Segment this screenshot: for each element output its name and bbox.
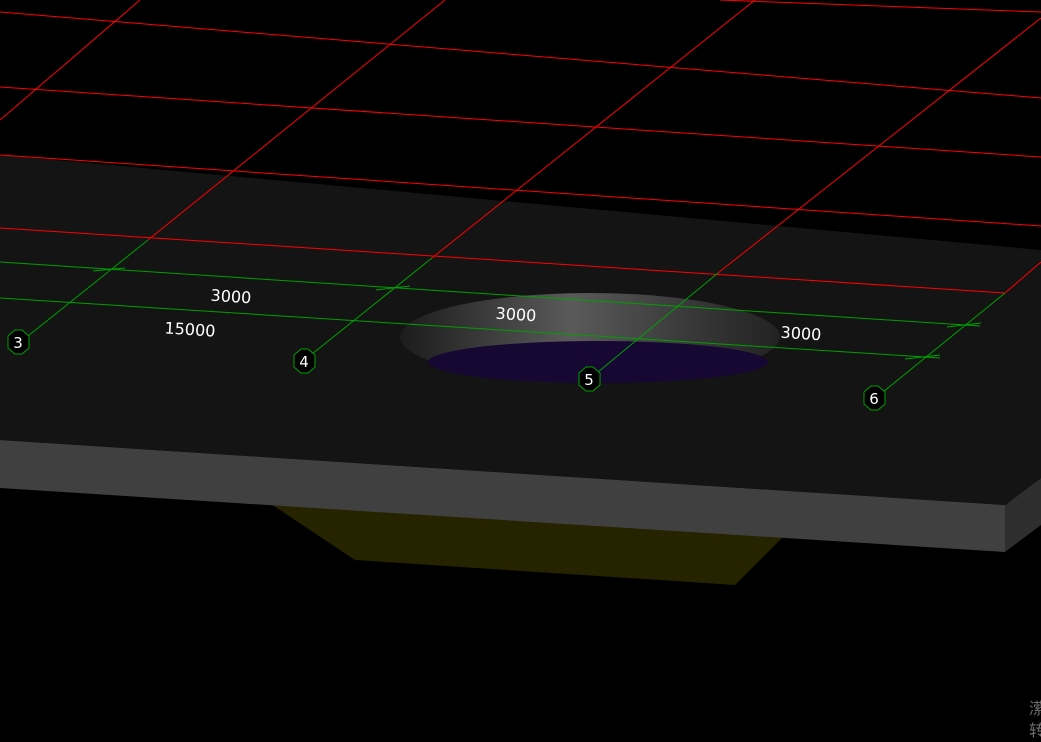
axis-bubble-5[interactable]: 5 <box>578 366 601 392</box>
dimension-label-5-6: 3000 <box>780 323 822 345</box>
axis-label-5: 5 <box>584 371 594 389</box>
dimension-label-3-4: 3000 <box>210 286 252 308</box>
dimension-label-total: 15000 <box>164 318 216 340</box>
model-scene[interactable]: 3 4 5 6 3000 3000 3000 15000 <box>0 0 1041 742</box>
grid-line-v4 <box>717 17 1041 274</box>
corner-hint-text: 潆转 <box>1029 699 1041 740</box>
3d-viewport[interactable]: 3 4 5 6 3000 3000 3000 15000 潆转 <box>0 0 1041 742</box>
axis-bubble-4[interactable]: 4 <box>293 348 316 374</box>
axis-label-6: 6 <box>869 390 879 408</box>
dimension-label-4-5: 3000 <box>495 304 537 326</box>
grid-line-h2 <box>0 86 1041 158</box>
axis-label-3: 3 <box>13 334 23 352</box>
grid-line-h1 <box>0 11 1041 99</box>
grid-line-h5 <box>719 0 1041 13</box>
axis-bubble-6[interactable]: 6 <box>863 385 886 411</box>
axis-bubble-3[interactable]: 3 <box>7 329 30 355</box>
axis-label-4: 4 <box>299 353 309 371</box>
